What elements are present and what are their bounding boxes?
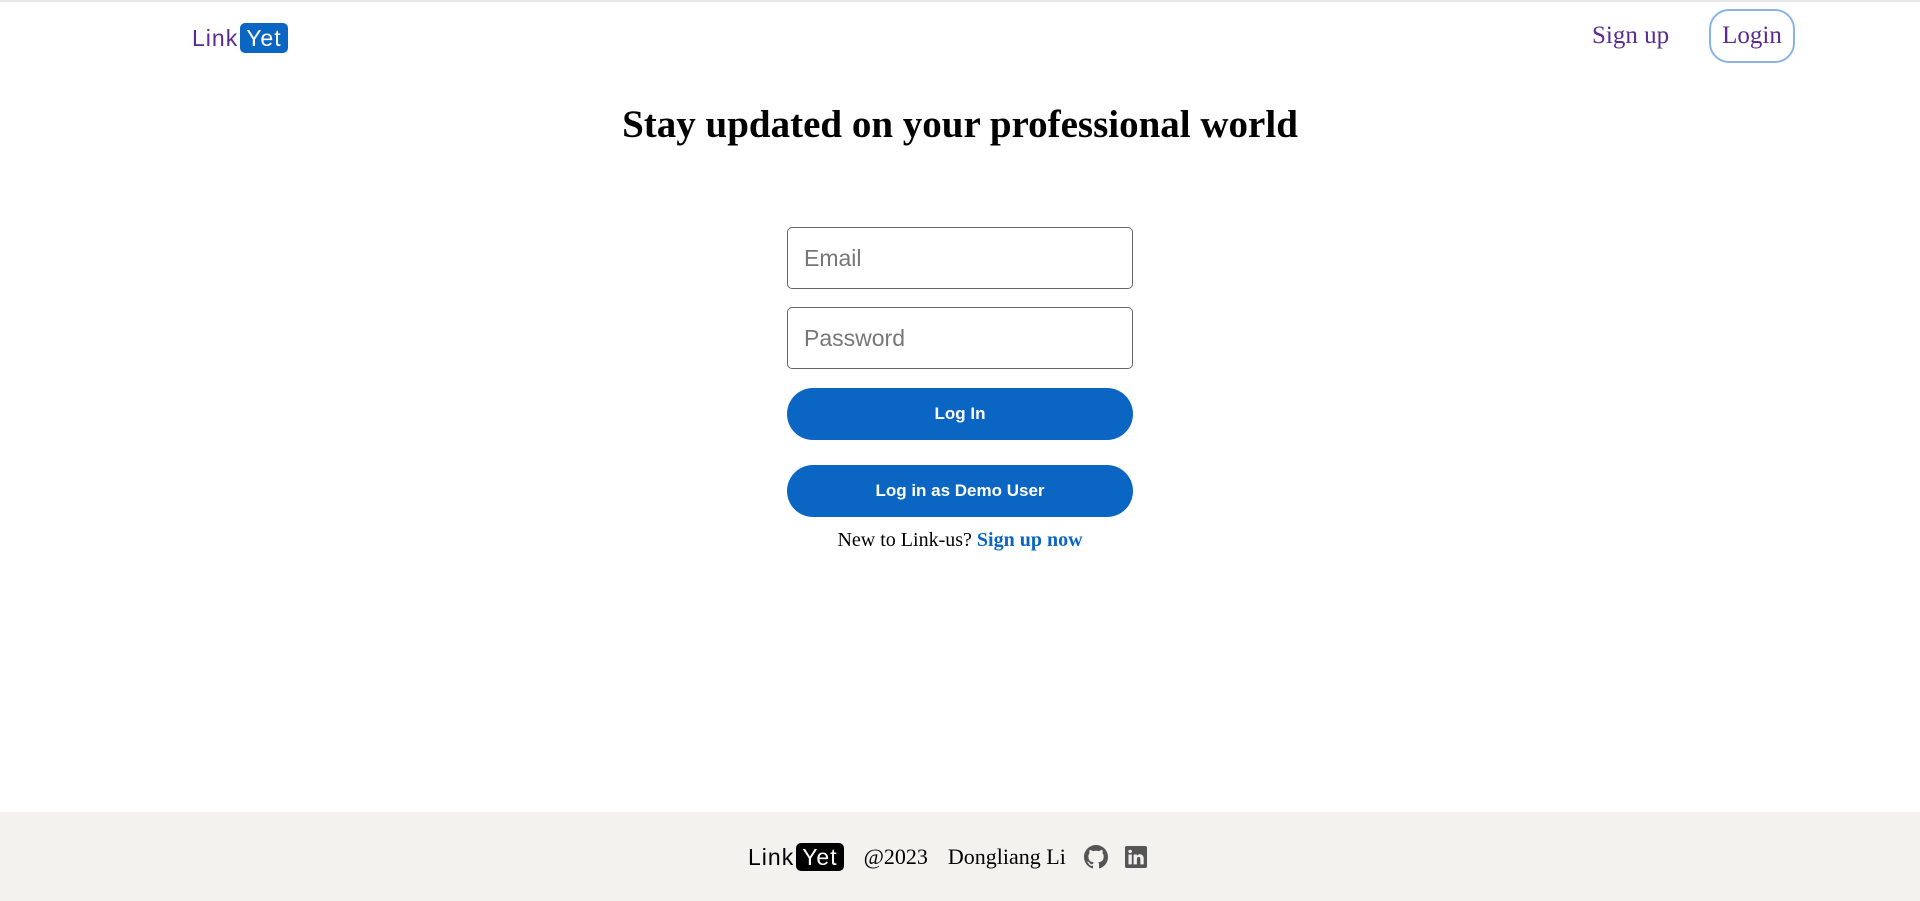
email-field[interactable] bbox=[787, 227, 1133, 289]
author-name: Dongliang Li bbox=[947, 844, 1066, 869]
copyright-text: @2023 bbox=[863, 844, 928, 869]
nav-login-button[interactable]: Login bbox=[1709, 9, 1795, 63]
footer-logo-text-yet: Yet bbox=[796, 843, 844, 871]
demo-login-button[interactable]: Log in as Demo User bbox=[787, 465, 1133, 517]
login-page: Link Yet Sign up Login Stay updated on y… bbox=[0, 0, 1920, 901]
signup-prompt-text: New to Link-us? bbox=[837, 529, 972, 551]
nav-signup-link[interactable]: Sign up bbox=[1592, 22, 1669, 50]
footer-content: Link Yet @2023 Dongliang Li bbox=[748, 842, 1148, 872]
footer: Link Yet @2023 Dongliang Li bbox=[0, 812, 1920, 901]
page-title: Stay updated on your professional world bbox=[622, 103, 1298, 146]
top-nav: Link Yet Sign up Login bbox=[0, 2, 1920, 72]
login-button[interactable]: Log In bbox=[787, 388, 1133, 440]
signup-prompt: New to Link-us? Sign up now bbox=[787, 529, 1133, 552]
linkyet-logo[interactable]: Link Yet bbox=[192, 22, 288, 54]
footer-logo: Link Yet bbox=[748, 843, 844, 871]
linkedin-icon[interactable] bbox=[1124, 845, 1148, 869]
signup-now-link[interactable]: Sign up now bbox=[977, 529, 1083, 551]
password-field[interactable] bbox=[787, 307, 1133, 369]
footer-logo-text-link: Link bbox=[748, 843, 795, 870]
github-icon[interactable] bbox=[1083, 845, 1108, 869]
logo-text-yet: Yet bbox=[240, 23, 288, 53]
login-form: Log In Log in as Demo User New to Link-u… bbox=[787, 227, 1133, 552]
logo-text-link: Link bbox=[192, 24, 239, 51]
